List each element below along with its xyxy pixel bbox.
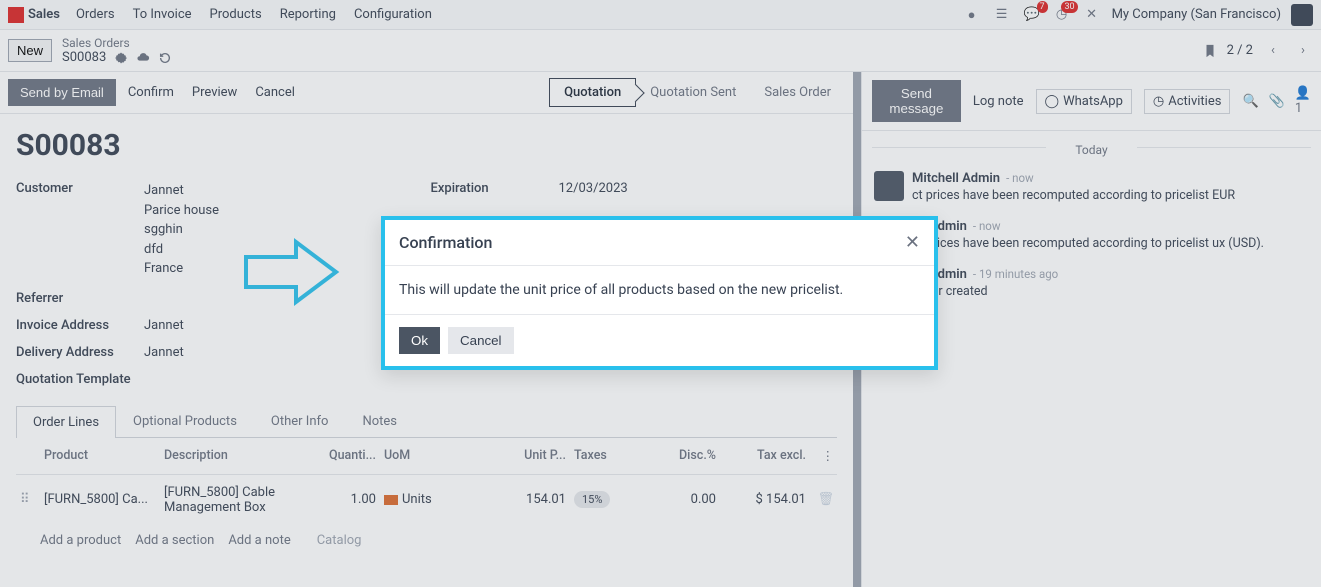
confirmation-modal: Confirmation ✕ This will update the unit… — [381, 216, 938, 370]
modal-title: Confirmation — [399, 233, 492, 252]
close-icon[interactable]: ✕ — [905, 232, 920, 253]
modal-body-text: This will update the unit price of all p… — [385, 266, 934, 315]
modal-cancel-button[interactable]: Cancel — [448, 327, 514, 354]
ok-button[interactable]: Ok — [399, 327, 440, 354]
